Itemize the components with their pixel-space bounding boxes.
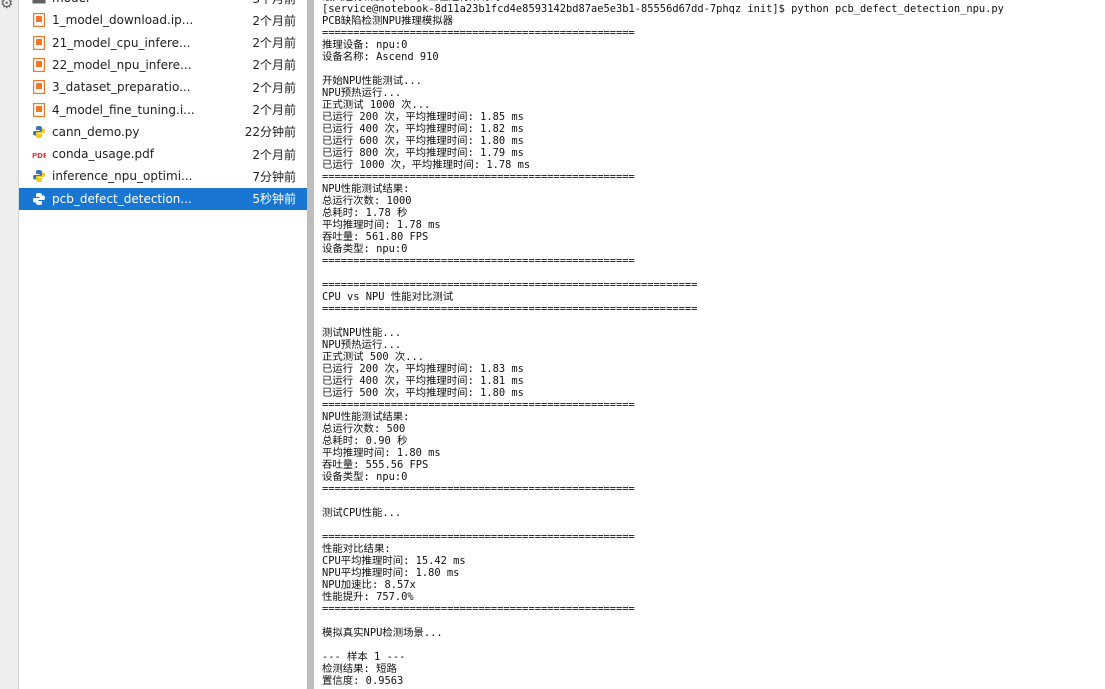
file-item[interactable]: model3个月前	[19, 0, 307, 9]
python-icon	[32, 169, 46, 183]
python-icon	[32, 192, 46, 206]
file-item[interactable]: 21_model_cpu_infere... 2个月前	[19, 32, 307, 54]
terminal-panel[interactable]: 最大运行精度 [1/1] 正在运行所有的 [service@notebook-8…	[314, 0, 1105, 689]
file-item[interactable]: cann_demo.py 22分钟前	[19, 121, 307, 143]
file-item[interactable]: pcb_defect_detection... 5秒钟前	[19, 187, 307, 210]
file-modified-time: 3个月前	[252, 0, 296, 7]
file-item[interactable]: 4_model_fine_tuning.i... 2个月前	[19, 99, 307, 121]
file-name: model	[52, 0, 252, 5]
file-item[interactable]: 1_model_download.ip... 2个月前	[19, 9, 307, 31]
file-item[interactable]: inference_npu_optimi... 7分钟前	[19, 165, 307, 187]
file-name: pcb_defect_detection...	[52, 191, 192, 206]
file-modified-time: 2个月前	[252, 103, 296, 117]
gear-icon[interactable]: ⚙	[0, 0, 13, 11]
file-modified-time: 22分钟前	[244, 125, 296, 140]
panel-splitter[interactable]	[307, 0, 314, 689]
file-name: 4_model_fine_tuning.i...	[52, 102, 195, 117]
notebook-icon	[32, 102, 46, 117]
svg-text:PDF: PDF	[32, 152, 46, 160]
folder-icon	[32, 0, 46, 5]
file-item[interactable]: PDF conda_usage.pdf 2个月前	[19, 143, 307, 165]
file-modified-time: 7分钟前	[252, 169, 296, 184]
file-item[interactable]: 22_model_npu_infere... 2个月前	[19, 54, 307, 76]
file-name: conda_usage.pdf	[52, 147, 154, 162]
notebook-icon	[32, 13, 46, 28]
file-name: 22_model_npu_infere...	[52, 57, 192, 72]
file-modified-time: 5秒钟前	[252, 192, 296, 207]
file-name: inference_npu_optimi...	[52, 169, 193, 184]
file-modified-time: 2个月前	[252, 36, 296, 51]
left-sidebar-strip: ⚙	[0, 0, 19, 689]
file-modified-time: 2个月前	[252, 80, 296, 95]
notebook-icon	[32, 80, 46, 95]
notebook-icon	[32, 35, 46, 50]
file-browser: model3个月前1_model_download.ip...2个月前21_mo…	[19, 0, 307, 689]
file-name: cann_demo.py	[52, 124, 140, 139]
file-modified-time: 2个月前	[252, 13, 296, 28]
python-icon	[32, 125, 46, 139]
file-name: 21_model_cpu_infere...	[52, 35, 191, 50]
file-name: 1_model_download.ip...	[52, 13, 194, 28]
pdf-icon: PDF	[32, 147, 46, 161]
file-name: 3_dataset_preparatio...	[52, 80, 191, 95]
file-modified-time: 2个月前	[252, 58, 296, 73]
terminal-output: 最大运行精度 [1/1] 正在运行所有的 [service@notebook-8…	[322, 0, 1004, 687]
file-modified-time: 2个月前	[252, 147, 296, 162]
notebook-icon	[32, 57, 46, 72]
file-item[interactable]: 3_dataset_preparatio... 2个月前	[19, 76, 307, 98]
